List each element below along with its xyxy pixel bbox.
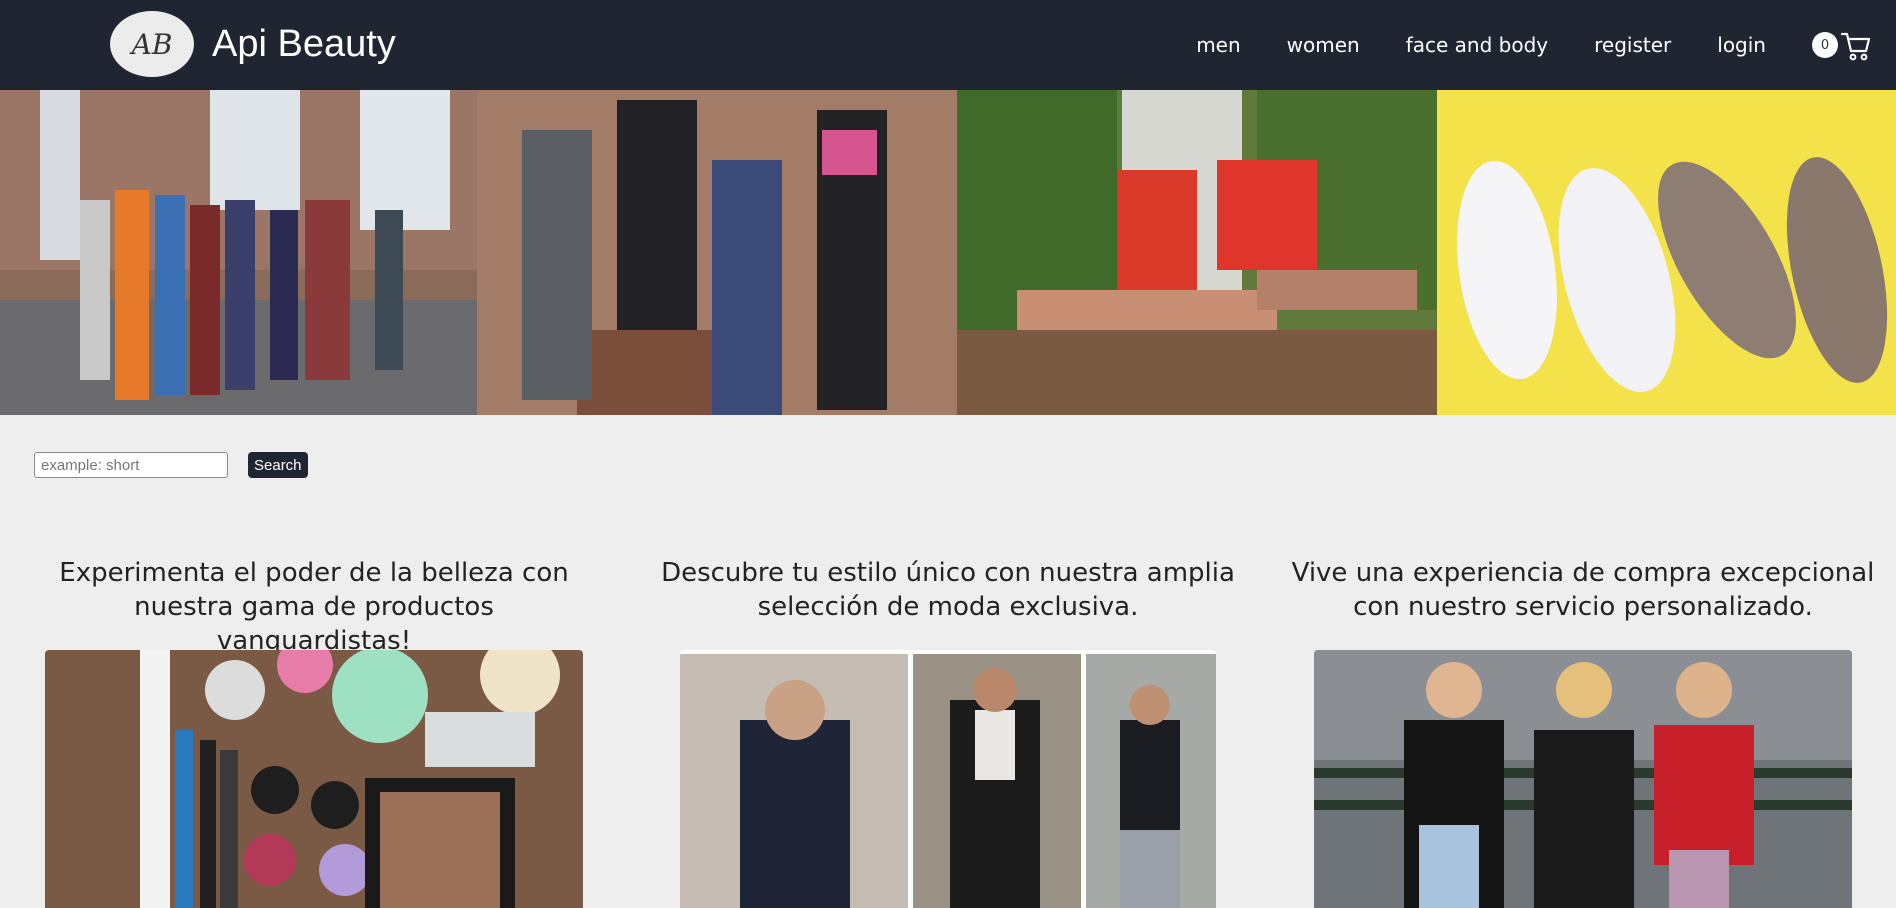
search-button[interactable]: Search <box>248 452 308 478</box>
hero-image-sport-group <box>477 90 957 415</box>
nav-links: men women face and body register login <box>1150 0 1766 90</box>
cart-icon <box>1840 32 1871 61</box>
nav-link-login[interactable]: login <box>1717 33 1766 57</box>
hero-banner <box>0 90 1896 415</box>
hero-image-street-fashion <box>0 90 477 415</box>
nav-link-men[interactable]: men <box>1196 33 1240 57</box>
brand-logo[interactable]: AB <box>110 11 194 77</box>
sneakers-photo <box>1437 90 1896 415</box>
promo-heading-fashion: Descubre tu estilo único con nuestra amp… <box>661 558 1235 622</box>
nav-link-women[interactable]: women <box>1287 33 1360 57</box>
women-bench-photo <box>1314 650 1852 908</box>
promo-image-women-bench[interactable] <box>1314 650 1852 908</box>
brand[interactable]: AB Api Beauty <box>110 11 396 77</box>
brand-name[interactable]: Api Beauty <box>212 23 396 66</box>
cart-count-badge: 0 <box>1812 32 1838 58</box>
cart-button[interactable]: 0 <box>1812 30 1872 66</box>
nav-link-register[interactable]: register <box>1594 33 1671 57</box>
promo-image-cosmetics[interactable] <box>45 650 583 908</box>
sport-group-photo <box>477 90 957 415</box>
search-input[interactable] <box>34 452 228 478</box>
promo-heading-beauty: Experimenta el poder de la belleza con n… <box>59 558 569 656</box>
nav-link-face-and-body[interactable]: face and body <box>1406 33 1548 57</box>
hero-image-couple-sitting <box>957 90 1437 415</box>
couple-sitting-photo <box>957 90 1437 415</box>
cosmetics-photo <box>45 650 583 908</box>
mens-fashion-photo <box>680 650 1216 908</box>
promo-image-mens-fashion[interactable] <box>680 650 1216 908</box>
promo-heading-service: Vive una experiencia de compra excepcion… <box>1291 558 1875 622</box>
navbar: AB Api Beauty men women face and body re… <box>0 0 1896 90</box>
search-bar: Search <box>34 452 308 478</box>
hero-image-sneakers <box>1437 90 1896 415</box>
street-fashion-photo <box>0 90 477 415</box>
